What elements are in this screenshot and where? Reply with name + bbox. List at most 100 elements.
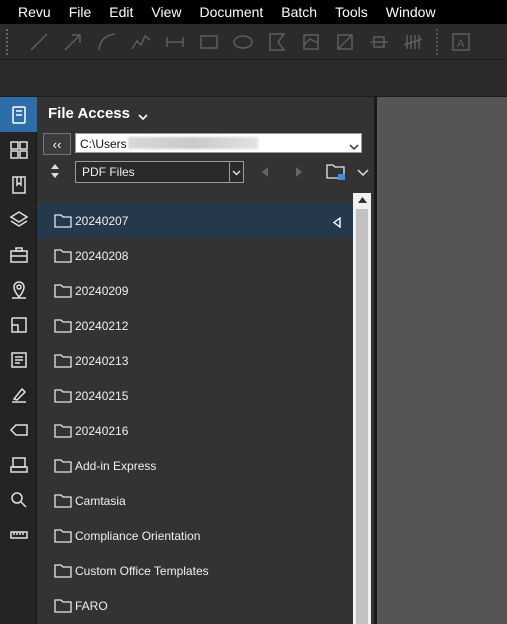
chevron-down-icon[interactable]	[229, 162, 243, 182]
folder-icon	[54, 423, 72, 438]
menu-edit[interactable]: Edit	[100, 0, 142, 24]
path-value: C:\Users	[80, 137, 127, 151]
ellipse-icon[interactable]	[226, 27, 260, 57]
sort-icon[interactable]	[49, 163, 61, 179]
list-item[interactable]: FARO	[37, 588, 353, 623]
count-icon[interactable]	[396, 27, 430, 57]
folder-name: FARO	[75, 598, 108, 613]
spaces-icon[interactable]	[0, 307, 37, 342]
toolbar-separator	[436, 28, 438, 55]
next-folder-icon[interactable]	[293, 165, 305, 179]
text-box-icon[interactable]: A	[444, 27, 478, 57]
menu-window[interactable]: Window	[377, 0, 445, 24]
line-icon[interactable]	[22, 27, 56, 57]
folder-icon	[54, 353, 72, 368]
places-icon[interactable]	[0, 272, 37, 307]
polyline-icon[interactable]	[124, 27, 158, 57]
dimension-icon[interactable]	[158, 27, 192, 57]
folder-name: 20240207	[75, 213, 129, 228]
folder-name: 20240212	[75, 318, 129, 333]
toolchest-icon[interactable]	[0, 237, 37, 272]
file-access-panel: File Access ‹‹ C:\Users PDF Files 202402…	[37, 97, 374, 624]
list-item[interactable]: 20240216	[37, 413, 353, 448]
menu-view[interactable]: View	[142, 0, 190, 24]
perimeter-icon[interactable]	[328, 27, 362, 57]
signatures-icon[interactable]	[0, 377, 37, 412]
menu-tools[interactable]: Tools	[326, 0, 377, 24]
folder-icon	[54, 283, 72, 298]
menu-batch[interactable]: Batch	[272, 0, 326, 24]
chevron-down-icon[interactable]	[357, 165, 369, 177]
scroll-up-arrow-icon[interactable]	[353, 193, 371, 207]
measurements-icon[interactable]	[0, 517, 37, 552]
list-item[interactable]: Compliance Orientation	[37, 518, 353, 553]
arrow-icon[interactable]	[56, 27, 90, 57]
svg-text:A: A	[457, 38, 465, 50]
chevron-down-icon[interactable]	[349, 138, 359, 151]
expand-arrow-icon[interactable]	[332, 215, 342, 229]
redacted-path-segment	[128, 137, 258, 149]
folder-icon	[54, 598, 72, 613]
panel-header[interactable]: File Access	[48, 105, 148, 122]
folder-name: Add-in Express	[75, 458, 157, 473]
folder-icon	[54, 318, 72, 333]
list-item[interactable]: Add-in Express	[37, 448, 353, 483]
folder-list: 20240207 20240208 20240209 20240212 2024…	[37, 203, 353, 624]
scroll-thumb[interactable]	[356, 209, 368, 624]
folder-icon	[54, 493, 72, 508]
filter-value: PDF Files	[82, 165, 135, 179]
vertical-scrollbar[interactable]	[353, 193, 371, 624]
area-measure-icon[interactable]	[294, 27, 328, 57]
list-item[interactable]: 20240215	[37, 378, 353, 413]
menu-document[interactable]: Document	[190, 0, 272, 24]
menu-file[interactable]: File	[60, 0, 101, 24]
folder-icon	[54, 528, 72, 543]
folder-name: 20240213	[75, 353, 129, 368]
search-icon[interactable]	[0, 482, 37, 517]
list-item[interactable]: Camtasia	[37, 483, 353, 518]
list-item[interactable]: 20240209	[37, 273, 353, 308]
list-item[interactable]: 20240207	[37, 203, 353, 238]
polygon-icon[interactable]	[260, 27, 294, 57]
file-type-filter[interactable]: PDF Files	[75, 161, 244, 183]
document-viewer[interactable]	[377, 97, 507, 624]
folder-icon	[54, 248, 72, 263]
toolbar-grip[interactable]	[6, 28, 10, 55]
thumbnails-icon[interactable]	[0, 132, 37, 167]
list-item[interactable]: 20240212	[37, 308, 353, 343]
file-access-icon[interactable]	[0, 97, 37, 132]
chevron-down-icon[interactable]	[138, 109, 148, 120]
open-folder-icon[interactable]	[325, 160, 349, 184]
arc-icon[interactable]	[90, 27, 124, 57]
markup-toolbar: A	[0, 24, 507, 60]
menu-bar: Revu File Edit View Document Batch Tools…	[0, 0, 507, 24]
folder-name: 20240209	[75, 283, 129, 298]
length-measure-icon[interactable]	[362, 27, 396, 57]
list-item[interactable]: 20240208	[37, 238, 353, 273]
folder-icon	[54, 388, 72, 403]
folder-icon	[54, 458, 72, 473]
panel-title: File Access	[48, 105, 130, 122]
markups-list-icon[interactable]	[0, 342, 37, 377]
back-button[interactable]: ‹‹	[43, 133, 71, 155]
list-item[interactable]: 20240213	[37, 343, 353, 378]
studio-icon[interactable]	[0, 447, 37, 482]
folder-name: 20240208	[75, 248, 129, 263]
folder-icon	[54, 563, 72, 578]
bookmarks-icon[interactable]	[0, 167, 37, 202]
properties-toolbar	[0, 61, 507, 97]
folder-name: 20240216	[75, 423, 129, 438]
list-item[interactable]: Custom Office Templates	[37, 553, 353, 588]
folder-name: Camtasia	[75, 493, 126, 508]
path-input[interactable]: C:\Users	[75, 133, 362, 153]
menu-revu[interactable]: Revu	[0, 0, 60, 24]
folder-icon	[54, 213, 72, 228]
layers-icon[interactable]	[0, 202, 37, 237]
previous-folder-icon[interactable]	[259, 165, 271, 179]
tags-icon[interactable]	[0, 412, 37, 447]
folder-name: 20240215	[75, 388, 129, 403]
rectangle-icon[interactable]	[192, 27, 226, 57]
folder-name: Compliance Orientation	[75, 528, 201, 543]
panel-tab-bar	[0, 97, 37, 624]
folder-name: Custom Office Templates	[75, 563, 209, 578]
